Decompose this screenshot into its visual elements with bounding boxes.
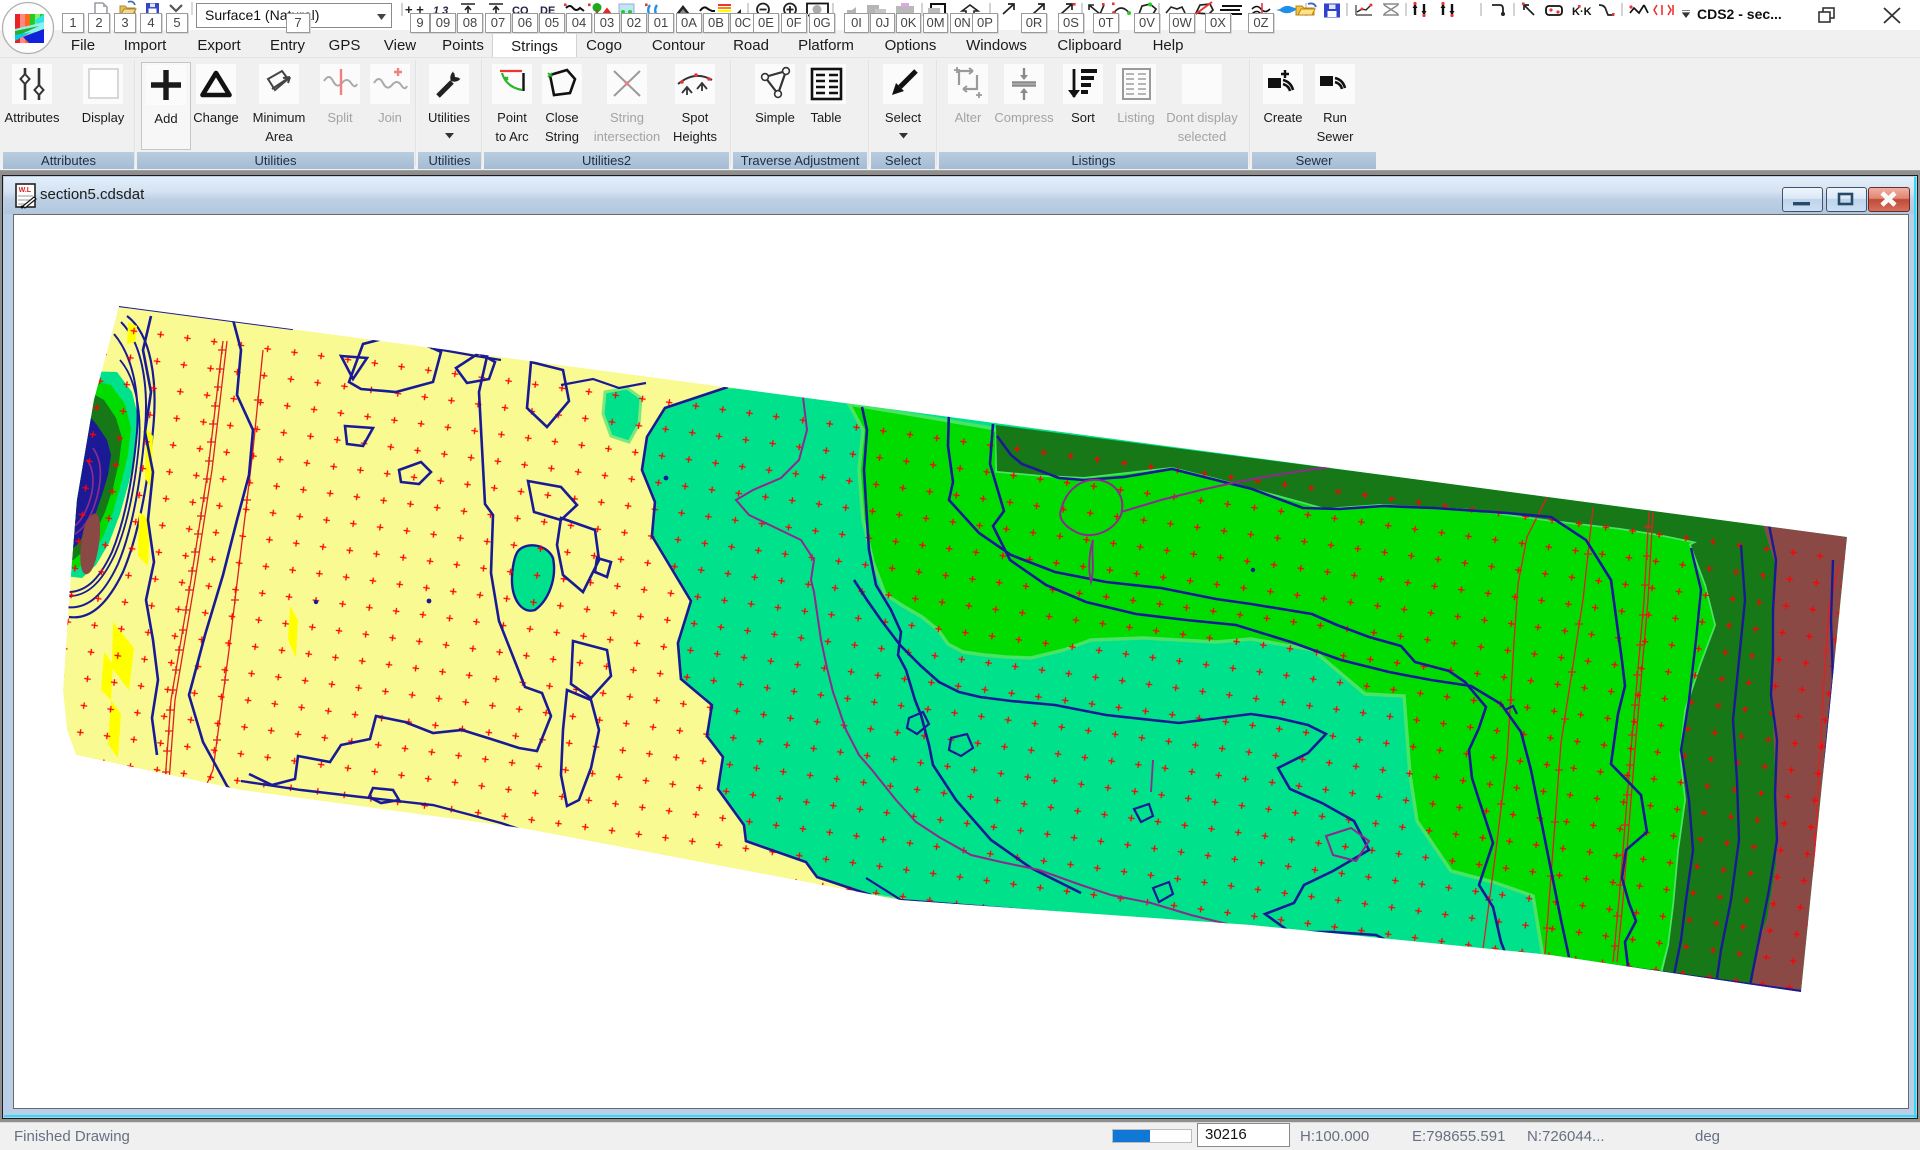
svg-text:K·K: K·K — [1572, 6, 1592, 18]
svg-text:W.L: W.L — [19, 187, 32, 194]
